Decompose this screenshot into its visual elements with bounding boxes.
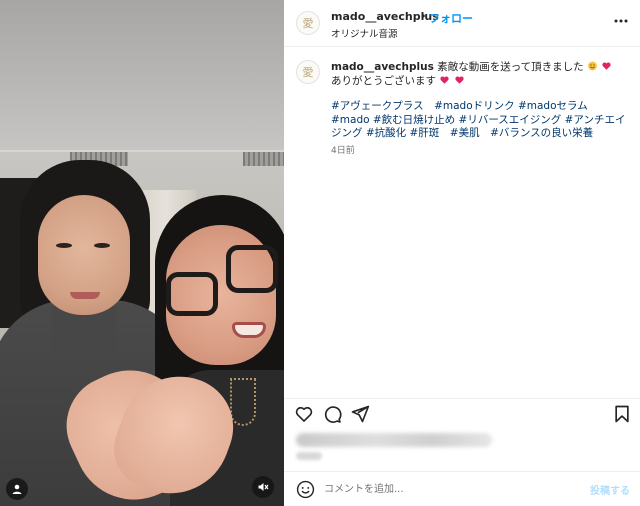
heart-emoji-icon — [440, 76, 449, 84]
post-sidebar: 愛 mado__avechplus • フォロー オリジナル音源 愛 mado_… — [284, 0, 640, 506]
comment-input[interactable] — [324, 480, 574, 498]
necklace — [230, 378, 256, 426]
caption-username[interactable]: mado__avechplus — [331, 61, 434, 73]
avatar-glyph: 愛 — [302, 17, 314, 30]
post-comment-button[interactable]: 投稿する — [590, 482, 630, 497]
send-icon[interactable] — [350, 404, 370, 424]
muted-speaker-icon[interactable] — [252, 476, 274, 498]
comment-icon[interactable] — [322, 404, 342, 424]
caption-line2: ありがとうございます — [331, 75, 436, 87]
avatar-glyph: 愛 — [302, 66, 314, 79]
post-media-video[interactable] — [0, 0, 284, 506]
user-tag-icon[interactable] — [6, 478, 28, 500]
glasses-right-lens — [226, 245, 278, 293]
post-time[interactable]: 4日前 — [331, 143, 355, 156]
separator-dot: • — [420, 10, 427, 23]
likes-blurred — [296, 433, 492, 447]
glasses-left-lens — [166, 272, 218, 316]
comment-bar: 投稿する — [284, 471, 640, 506]
post-header: 愛 mado__avechplus • フォロー オリジナル音源 — [284, 0, 640, 47]
emoji-icon[interactable] — [296, 480, 315, 499]
action-bar — [284, 398, 640, 430]
audio-label[interactable]: オリジナル音源 — [331, 26, 398, 40]
hashtags[interactable]: #アヴェークプラス #madoドリンク #madoセラム #mado #飲む日焼… — [331, 100, 629, 141]
caption-text: 素敵な動画を送って頂きました — [437, 61, 584, 73]
wall-edge — [0, 150, 284, 152]
bookmark-icon[interactable] — [612, 404, 632, 424]
ceiling — [0, 0, 284, 150]
heart-emoji-icon — [602, 62, 612, 70]
follow-button[interactable]: フォロー — [429, 10, 473, 26]
more-options-icon[interactable] — [612, 12, 630, 30]
heart-emoji-icon — [455, 76, 464, 84]
date-blurred — [296, 452, 322, 460]
avatar[interactable]: 愛 — [296, 11, 320, 35]
woman-right-smile — [232, 322, 266, 338]
caption: mado__avechplus 素敵な動画を送って頂きました ありがとうございま… — [331, 60, 626, 88]
air-vent — [243, 152, 284, 166]
woman-left-eye — [94, 243, 110, 248]
woman-left-mouth — [70, 292, 100, 299]
caption-avatar[interactable]: 愛 — [296, 60, 320, 84]
heart-icon[interactable] — [294, 404, 314, 424]
woman-left-eye — [56, 243, 72, 248]
smile-emoji-icon — [588, 61, 597, 71]
